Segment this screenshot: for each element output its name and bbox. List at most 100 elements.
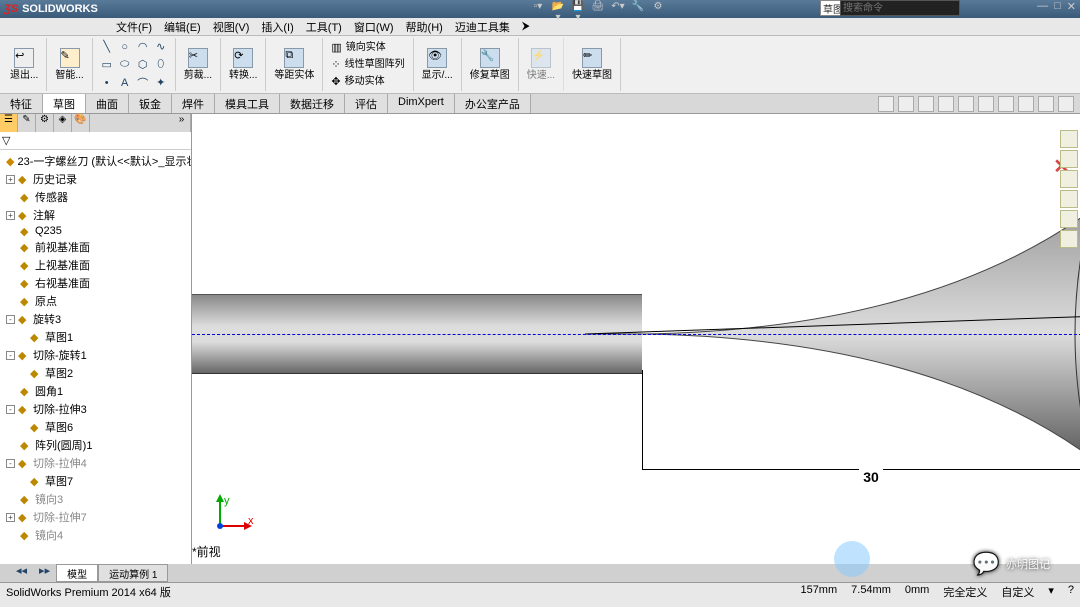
plane-icon[interactable]: ✦ <box>153 75 169 91</box>
tree-item[interactable]: -◆切除-拉伸3 <box>2 400 189 418</box>
menu-help[interactable]: 帮助(H) <box>400 19 449 35</box>
expand-icon[interactable]: - <box>6 351 15 360</box>
menu-tools[interactable]: 工具(T) <box>300 19 348 35</box>
tab-weldments[interactable]: 焊件 <box>172 94 215 113</box>
tree-item[interactable]: ◆草图1 <box>2 328 189 346</box>
open-icon[interactable]: 📂▾ <box>550 1 566 17</box>
hide-show-icon[interactable] <box>998 96 1014 112</box>
maximize-button[interactable]: □ <box>1054 0 1061 13</box>
tree-item[interactable]: -◆切除-旋转1 <box>2 346 189 364</box>
expand-icon[interactable]: - <box>6 405 15 414</box>
tab-features[interactable]: 特征 <box>0 94 43 113</box>
tree-item[interactable]: ◆圆角1 <box>2 382 189 400</box>
menu-maidi[interactable]: 迈迪工具集 <box>449 19 516 35</box>
orientation-triad[interactable]: y x <box>212 494 252 534</box>
expand-icon[interactable]: + <box>6 175 15 184</box>
print-icon[interactable]: 🖨 <box>590 1 606 17</box>
status-help-icon[interactable]: ? <box>1068 584 1074 600</box>
menu-edit[interactable]: 编辑(E) <box>158 19 207 35</box>
tab-mold[interactable]: 模具工具 <box>215 94 280 113</box>
tree-item[interactable]: ◆草图2 <box>2 364 189 382</box>
new-icon[interactable]: ▫▾ <box>530 1 546 17</box>
appearances-tab-icon[interactable] <box>1060 210 1078 228</box>
tab-nav-right-icon[interactable]: ▸▸ <box>33 564 56 582</box>
line-icon[interactable]: ╲ <box>99 39 115 55</box>
view-settings-icon[interactable] <box>1058 96 1074 112</box>
filter-icon[interactable]: ▽ <box>0 132 191 150</box>
move-button[interactable]: ✥移动实体 <box>329 73 386 90</box>
slot-icon[interactable]: ⬭ <box>117 57 133 73</box>
search-input[interactable] <box>840 0 960 16</box>
view-orientation-icon[interactable] <box>958 96 974 112</box>
tree-item[interactable]: ◆前视基准面 <box>2 238 189 256</box>
tab-dimxpert[interactable]: DimXpert <box>388 94 455 113</box>
tree-item[interactable]: +◆历史记录 <box>2 170 189 188</box>
tree-item[interactable]: ◆镜向4 <box>2 526 189 544</box>
view-palette-tab-icon[interactable] <box>1060 190 1078 208</box>
display-button[interactable]: 👁显示/... <box>420 46 455 83</box>
model-tab[interactable]: 模型 <box>56 564 98 582</box>
convert-button[interactable]: ⟳转换... <box>227 46 259 83</box>
appearance-icon[interactable] <box>1018 96 1034 112</box>
file-explorer-tab-icon[interactable] <box>1060 170 1078 188</box>
dimension-horizontal[interactable]: 30 <box>642 469 1080 486</box>
status-chevron-icon[interactable]: ▾ <box>1048 584 1054 600</box>
tab-surfaces[interactable]: 曲面 <box>86 94 129 113</box>
offset-button[interactable]: ⧉等距实体 <box>272 46 316 83</box>
zoom-fit-icon[interactable] <box>878 96 894 112</box>
repair-button[interactable]: 🔧修复草图 <box>468 46 512 83</box>
expand-panel-icon[interactable]: » <box>173 114 191 132</box>
design-library-tab-icon[interactable] <box>1060 150 1078 168</box>
display-style-icon[interactable] <box>978 96 994 112</box>
menu-expand-icon[interactable]: ⮞ <box>516 20 536 33</box>
expand-icon[interactable]: - <box>6 315 15 324</box>
trim-button[interactable]: ✂剪裁... <box>182 46 214 83</box>
tree-item[interactable]: ◆传感器 <box>2 188 189 206</box>
config-manager-tab-icon[interactable]: ⚙ <box>36 114 54 132</box>
mirror-button[interactable]: ▥镜向实体 <box>329 39 387 56</box>
resources-tab-icon[interactable] <box>1060 130 1078 148</box>
tree-item[interactable]: -◆旋转3 <box>2 310 189 328</box>
display-manager-tab-icon[interactable]: 🎨 <box>72 114 90 132</box>
expand-icon[interactable]: - <box>6 459 15 468</box>
arc-icon[interactable]: ◠ <box>135 39 151 55</box>
undo-icon[interactable]: ↶▾ <box>610 1 626 17</box>
status-custom[interactable]: 自定义 <box>1001 584 1034 600</box>
tree-item[interactable]: +◆注解 <box>2 206 189 224</box>
section-view-icon[interactable] <box>938 96 954 112</box>
tab-office[interactable]: 办公室产品 <box>455 94 531 113</box>
exit-sketch-button[interactable]: ↩ 退出... <box>8 46 40 83</box>
rect-icon[interactable]: ▭ <box>99 57 115 73</box>
tab-sketch[interactable]: 草图 <box>43 94 86 113</box>
text-icon[interactable]: A <box>117 75 133 91</box>
tree-item[interactable]: ◆草图6 <box>2 418 189 436</box>
rebuild-icon[interactable]: 🔧 <box>630 1 646 17</box>
graphics-area[interactable]: 30 0.20 y x *前视 ✕ <box>192 114 1080 564</box>
tab-evaluate[interactable]: 评估 <box>345 94 388 113</box>
rapid-sketch-button[interactable]: ✏快速草图 <box>570 46 614 83</box>
tree-item[interactable]: ◆Q235 <box>2 224 189 238</box>
tab-nav-left-icon[interactable]: ◂◂ <box>10 564 33 582</box>
circle-icon[interactable]: ○ <box>117 39 133 55</box>
tree-item[interactable]: +◆切除-拉伸7 <box>2 508 189 526</box>
zoom-area-icon[interactable] <box>898 96 914 112</box>
pattern-button[interactable]: ⁘线性草图阵列 <box>329 56 406 73</box>
menu-window[interactable]: 窗口(W) <box>348 19 400 35</box>
save-icon[interactable]: 💾▾ <box>570 1 586 17</box>
spline-icon[interactable]: ∿ <box>153 39 169 55</box>
ellipse-icon[interactable]: ⬯ <box>153 57 169 73</box>
tree-item[interactable]: ◆草图7 <box>2 472 189 490</box>
polygon-icon[interactable]: ⬡ <box>135 57 151 73</box>
tree-item[interactable]: ◆阵列(圆周)1 <box>2 436 189 454</box>
tree-item[interactable]: ◆镜向3 <box>2 490 189 508</box>
feature-tree-tab-icon[interactable]: ☰ <box>0 114 18 132</box>
close-button[interactable]: ✕ <box>1067 0 1076 13</box>
menu-view[interactable]: 视图(V) <box>207 19 256 35</box>
prev-view-icon[interactable] <box>918 96 934 112</box>
minimize-button[interactable]: — <box>1037 0 1048 13</box>
tab-data[interactable]: 数据迁移 <box>280 94 345 113</box>
menu-file[interactable]: 文件(F) <box>110 19 158 35</box>
custom-props-tab-icon[interactable] <box>1060 230 1078 248</box>
tab-sheetmetal[interactable]: 钣金 <box>129 94 172 113</box>
feature-tree[interactable]: ◆23-一字螺丝刀 (默认<<默认>_显示状态 +◆历史记录◆传感器+◆注解◆Q… <box>0 150 191 564</box>
